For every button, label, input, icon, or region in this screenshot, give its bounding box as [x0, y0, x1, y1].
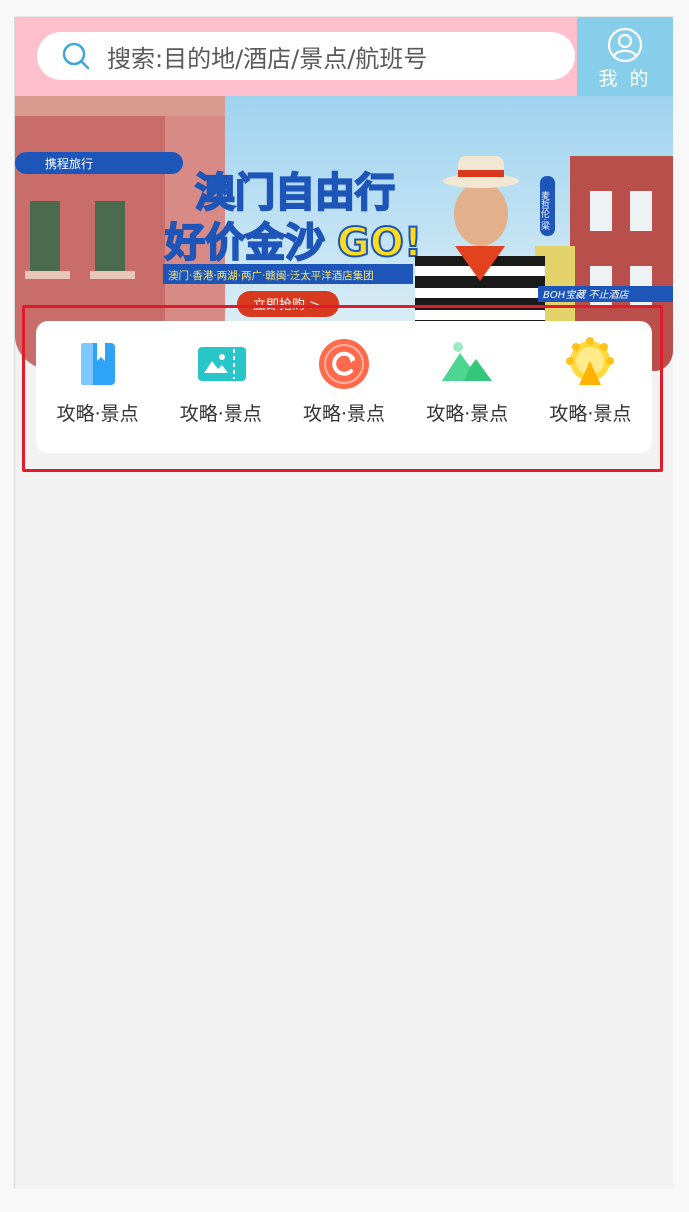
- search-input[interactable]: 搜索:目的地/酒店/景点/航班号: [37, 32, 575, 80]
- banner-title-line1: 澳门自由行: [195, 170, 395, 216]
- profile-label: 我 的: [598, 68, 652, 90]
- banner-title-line2: 好价金沙: [164, 220, 325, 266]
- banner-person-name: 麦哲伦·梁: [539, 190, 550, 231]
- search-icon: [62, 42, 90, 70]
- profile-button[interactable]: 我 的: [577, 17, 673, 96]
- app-frame: 搜索:目的地/酒店/景点/航班号 我 的 携程旅行 澳门自由行 好价金沙 GO!…: [14, 16, 673, 1189]
- user-icon: [607, 27, 643, 63]
- banner-title-go: GO!: [337, 220, 422, 266]
- banner-brand: 携程旅行: [45, 156, 93, 171]
- search-placeholder: 搜索:目的地/酒店/景点/航班号: [107, 44, 428, 73]
- selection-highlight: [22, 305, 663, 472]
- banner-slogan: BOH宝藏 不止酒店: [543, 289, 630, 301]
- top-bar: 搜索:目的地/酒店/景点/航班号 我 的: [15, 17, 673, 96]
- banner-subtitle: 澳门·香港·两湖·两广·赣闽·泛太平洋酒店集团: [168, 269, 374, 282]
